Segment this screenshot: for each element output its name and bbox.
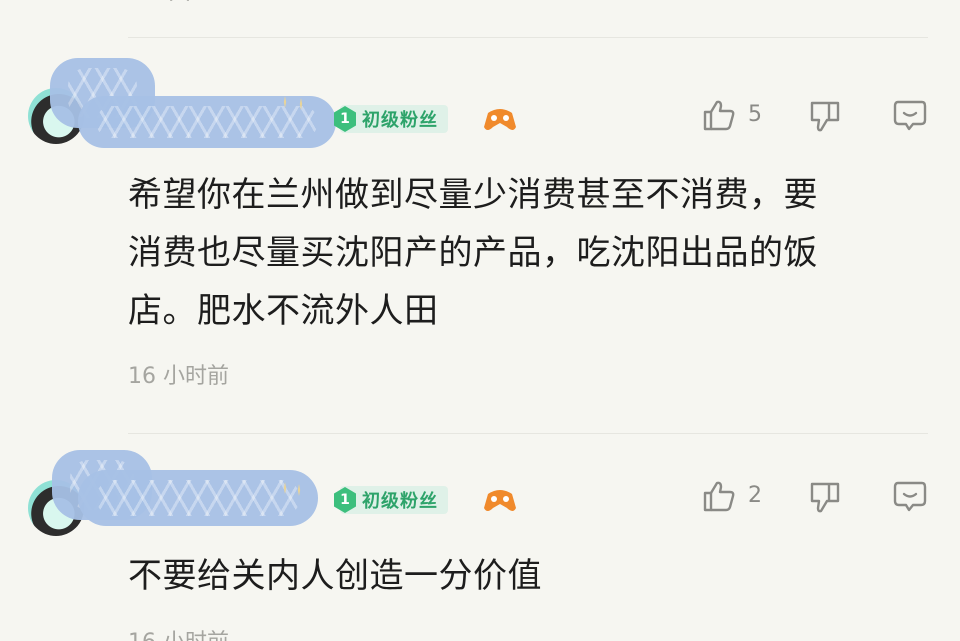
thumbs-up-icon[interactable] [702, 98, 736, 132]
comment-timestamp: 16 小时前 [128, 364, 229, 389]
divider [128, 433, 928, 434]
comment-text: 希望你在兰州做到尽量少消费甚至不消费，要 消费也尽量买沈阳产的产品，吃沈阳出品的… [128, 175, 818, 331]
divider [128, 37, 928, 38]
fan-level-badge[interactable]: 1 初级粉丝 [334, 486, 448, 514]
level-number: 1 [334, 106, 356, 132]
reply-bubble-icon[interactable] [893, 98, 927, 132]
fan-level-badge[interactable]: 1 初级粉丝 [334, 105, 448, 133]
like-count: 2 [748, 483, 762, 508]
game-controller-icon [484, 109, 516, 130]
badge-label: 初级粉丝 [362, 491, 438, 512]
thumbs-down-icon[interactable] [808, 100, 842, 134]
comment-timestamp: 16 小时前 [128, 624, 229, 641]
previous-comment-meta-fragment: · · [168, 0, 194, 12]
badge-label: 初级粉丝 [362, 110, 438, 131]
comment-text: 不要给关内人创造一分价值 [128, 556, 542, 596]
thumbs-up-icon[interactable] [702, 479, 736, 513]
reply-bubble-icon[interactable] [893, 479, 927, 513]
like-count: 5 [748, 102, 762, 127]
comment-list: · · 1 初级粉丝 5 希望你在兰州做到尽量少消费甚至不消费，要 消费也尽量买… [0, 0, 960, 641]
level-number: 1 [334, 487, 356, 513]
thumbs-down-icon[interactable] [808, 481, 842, 515]
game-controller-icon [484, 490, 516, 511]
redacted-username [78, 470, 318, 526]
redacted-username [78, 96, 336, 148]
